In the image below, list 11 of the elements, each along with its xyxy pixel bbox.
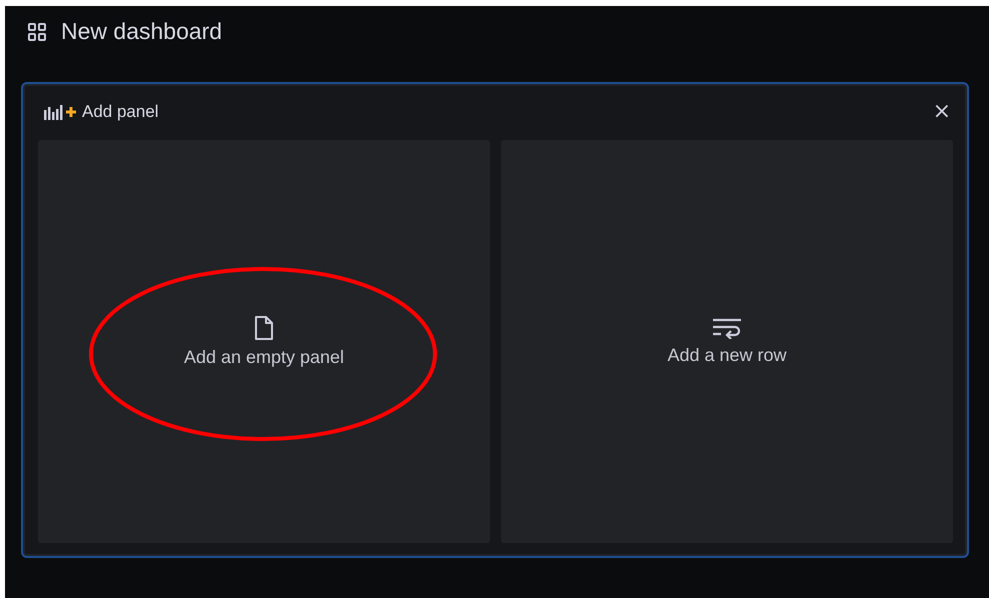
add-option-card[interactable]: Add an empty panel (38, 140, 490, 543)
wrap-lines-icon (712, 317, 742, 339)
dashboard-grid-icon (27, 22, 47, 42)
option-label: Add an empty panel (184, 347, 344, 368)
option-label: Add a new row (667, 345, 787, 366)
panel-title: Add panel (82, 102, 159, 122)
document-icon (253, 315, 275, 341)
bar-chart-plus-icon (44, 104, 78, 120)
close-button[interactable]: × (930, 101, 953, 123)
add-option-card[interactable]: Add a new row (501, 140, 953, 543)
page-title: New dashboard (61, 18, 222, 45)
